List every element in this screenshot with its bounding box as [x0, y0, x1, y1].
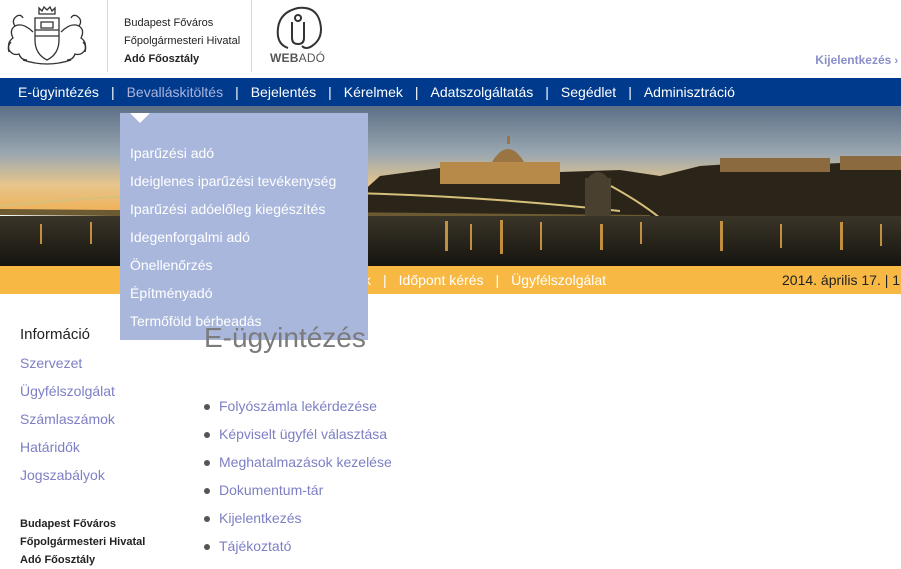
- nav-item-adminisztracio[interactable]: Adminisztráció: [644, 84, 735, 100]
- bullet: [204, 460, 210, 466]
- secondary-separator: |: [383, 272, 387, 288]
- org-line-3: Adó Főosztály: [124, 53, 200, 65]
- link-kepviselt-ugyfel[interactable]: Képviselt ügyfél választása: [219, 426, 387, 442]
- chevron-right-icon: ›: [894, 55, 898, 67]
- budapest-coat-of-arms-logo: [7, 5, 87, 65]
- nav-item-bevallaskitoltes[interactable]: Bevalláskitöltés: [127, 84, 224, 100]
- menu-item-onellenorzes[interactable]: Önellenőrzés: [130, 257, 213, 273]
- nav-item-e-ugyintezes[interactable]: E-ügyintézés: [18, 84, 99, 100]
- sidebar-item-ugyfelszolgalat[interactable]: Ügyfélszolgálat: [20, 383, 115, 399]
- bullet: [204, 544, 210, 550]
- sidebar-item-szervezet[interactable]: Szervezet: [20, 355, 82, 371]
- menu-item-ideiglenes-iparuzesi[interactable]: Ideiglenes iparűzési tevékenység: [130, 173, 336, 189]
- nav-separator: |: [328, 84, 332, 100]
- footer-org-line-2: Főpolgármesteri Hivatal: [20, 536, 146, 548]
- nav-separator: |: [235, 84, 239, 100]
- current-date: 2014. április 17. | 1: [782, 272, 901, 288]
- nav-separator: |: [414, 84, 419, 100]
- bullet: [204, 488, 210, 494]
- nav-separator: |: [628, 84, 632, 100]
- nav-item-kerelmek[interactable]: Kérelmek: [344, 84, 403, 100]
- link-meghatalmazasok[interactable]: Meghatalmazások kezelése: [219, 454, 392, 470]
- nav-separator: |: [545, 84, 549, 100]
- wordmark-light: ADÓ: [298, 51, 326, 65]
- wordmark-bold: WEB: [270, 51, 299, 65]
- bullet: [204, 516, 210, 522]
- link-kijelentkezes[interactable]: Kijelentkezés: [219, 510, 302, 526]
- logout-label: Kijelentkezés: [815, 53, 892, 67]
- org-line-2: Főpolgármesteri Hivatal: [124, 35, 241, 47]
- main-navigation: E-ügyintézés | Bevalláskitöltés | Bejele…: [0, 78, 901, 106]
- sidebar-item-jogszabalyok[interactable]: Jogszabályok: [20, 467, 105, 483]
- menu-item-iparuzesi-ado[interactable]: Iparűzési adó: [130, 145, 214, 161]
- header-divider: [107, 0, 108, 72]
- secondary-links: k|Időpont kérés|Ügyfélszolgálat: [364, 272, 606, 288]
- webado-wordmark: WEBADÓ: [270, 51, 325, 65]
- sidebar-item-szamlaszamok[interactable]: Számlaszámok: [20, 411, 115, 427]
- org-line-1: Budapest Főváros: [124, 17, 214, 29]
- customer-service-link[interactable]: Ügyfélszolgálat: [511, 272, 606, 288]
- nav-separator: |: [110, 84, 115, 100]
- sidebar-item-hataridok[interactable]: Határidők: [20, 439, 80, 455]
- link-dokumentum-tar[interactable]: Dokumentum-tár: [219, 482, 323, 498]
- menu-item-epitmenyado[interactable]: Építményadó: [130, 285, 213, 301]
- menu-item-adoeloleg-kiegeszites[interactable]: Iparűzési adóelőleg kiegészítés: [130, 201, 325, 217]
- organization-name: Budapest Főváros Főpolgármesteri Hivatal…: [124, 14, 240, 68]
- bullet: [204, 404, 210, 410]
- appointment-request-link[interactable]: Időpont kérés: [399, 272, 484, 288]
- dropdown-pointer: [130, 113, 150, 123]
- link-tajekoztato[interactable]: Tájékoztató: [219, 538, 291, 554]
- footer-org-line-1: Budapest Főváros: [20, 518, 116, 530]
- page-title: E-ügyintézés: [204, 322, 366, 353]
- nav-item-bejelentes[interactable]: Bejelentés: [251, 84, 316, 100]
- bullet: [204, 432, 210, 438]
- bevallaskitoltes-dropdown-menu: Iparűzési adó Ideiglenes iparűzési tevék…: [120, 113, 368, 340]
- sidebar-footer-org: Budapest Főváros Főpolgármesteri Hivatal…: [20, 515, 145, 569]
- site-header: Budapest Főváros Főpolgármesteri Hivatal…: [0, 0, 901, 78]
- footer-org-line-3: Adó Főosztály: [20, 554, 96, 566]
- link-folyoszamla[interactable]: Folyószámla lekérdezése: [219, 398, 377, 414]
- header-divider: [251, 0, 252, 72]
- nav-item-adatszolgaltatas[interactable]: Adatszolgáltatás: [431, 84, 534, 100]
- secondary-separator: |: [495, 272, 500, 288]
- sidebar-title: Információ: [20, 326, 91, 343]
- menu-item-idegenforgalmi-ado[interactable]: Idegenforgalmi adó: [130, 229, 250, 245]
- nav-item-segedlet[interactable]: Segédlet: [561, 84, 616, 100]
- logout-link[interactable]: Kijelentkezés ›: [815, 53, 898, 67]
